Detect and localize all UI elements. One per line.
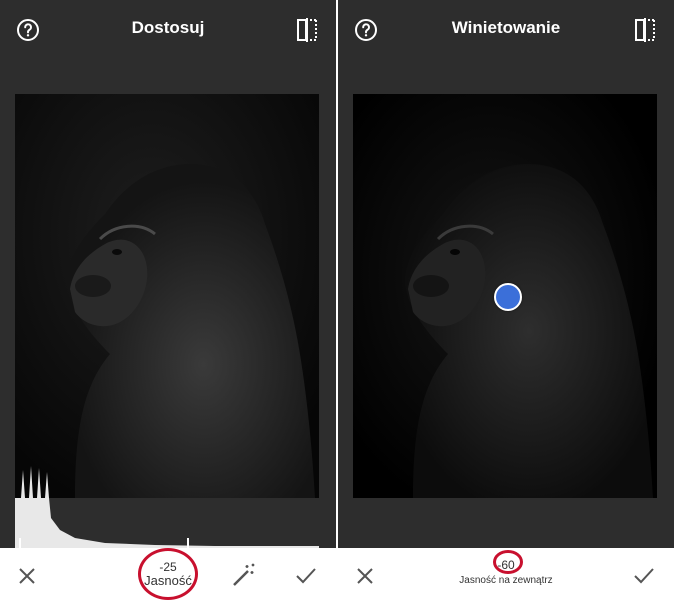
close-icon[interactable]: [16, 565, 38, 587]
annotation-circle: [493, 550, 523, 574]
editor-canvas-area: Winietowanie: [338, 0, 674, 548]
annotation-circle: [138, 548, 198, 600]
vignette-center-handle[interactable]: [494, 283, 522, 311]
histogram: [15, 466, 319, 548]
magic-wand-icon[interactable]: [231, 562, 257, 588]
photo-preview: [15, 94, 319, 498]
compare-icon[interactable]: [634, 17, 656, 43]
editor-canvas-area: Dostosuj: [0, 0, 336, 548]
screen-title: Winietowanie: [451, 18, 561, 37]
check-icon[interactable]: [294, 565, 318, 587]
compare-icon[interactable]: [296, 17, 318, 43]
adjust-panel: Dostosuj -25 Jasność: [0, 0, 336, 604]
adjustment-label: Jasność na zewnątrz: [459, 575, 553, 586]
screen-title: Dostosuj: [131, 18, 205, 37]
close-icon[interactable]: [354, 565, 376, 587]
check-icon[interactable]: [632, 565, 656, 587]
